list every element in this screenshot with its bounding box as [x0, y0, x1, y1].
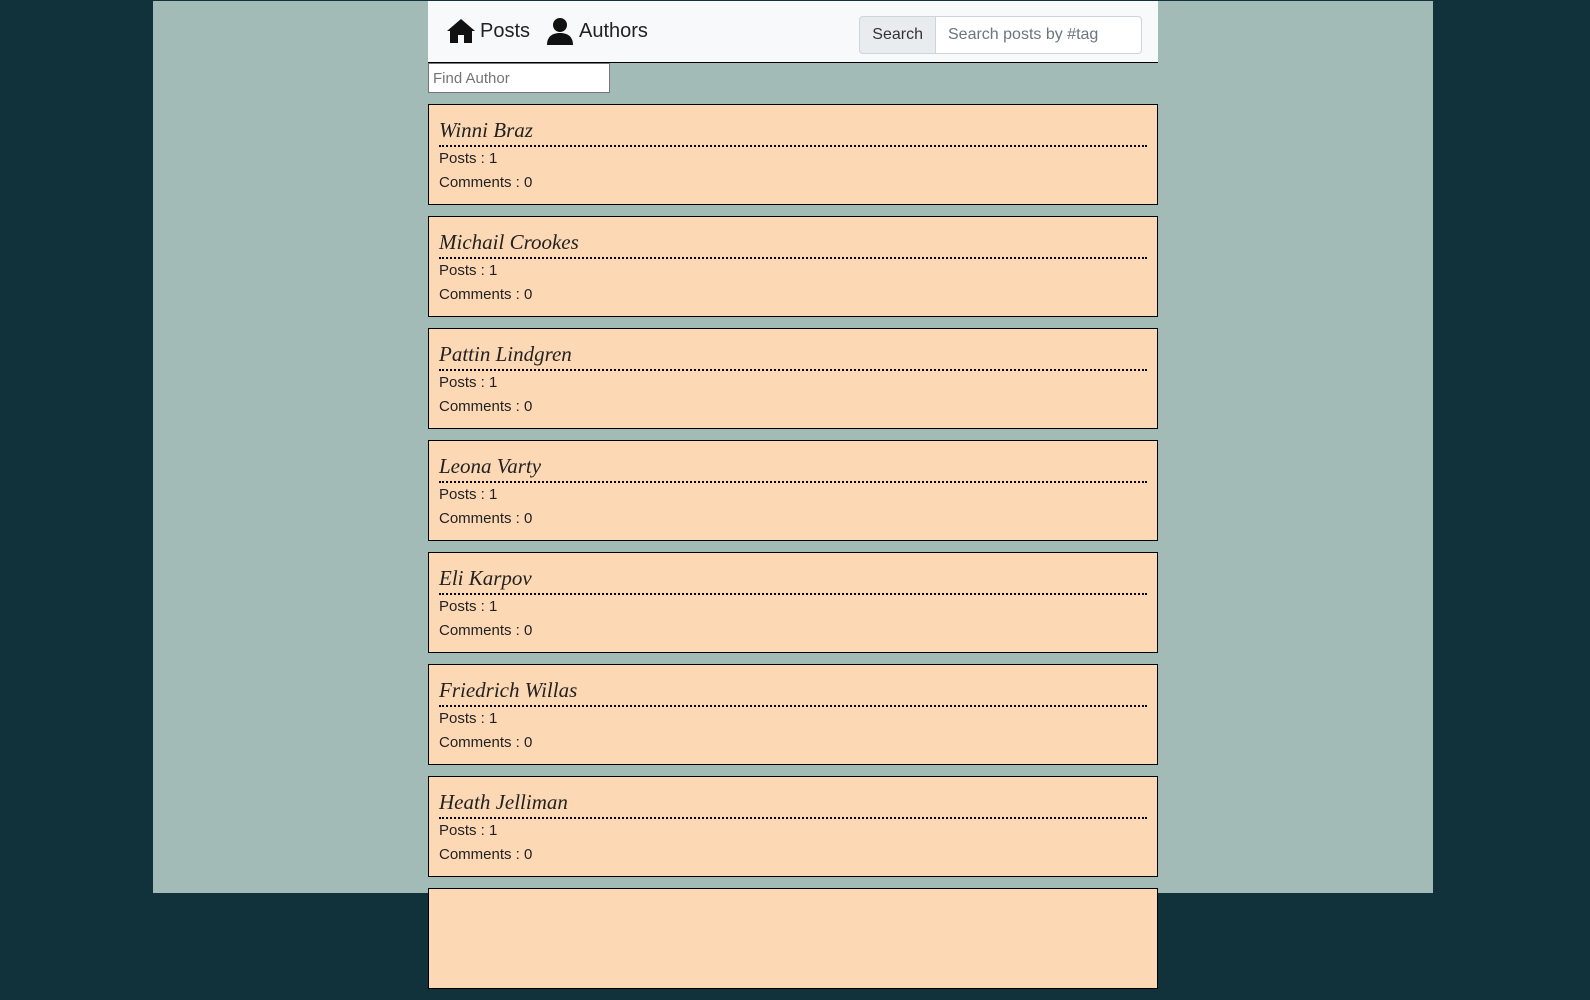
author-posts-count: Posts : 1	[439, 486, 498, 503]
author-card[interactable]: Heath Jelliman Posts : 1 Comments : 0	[428, 776, 1158, 877]
author-name[interactable]: Friedrich Willas	[439, 677, 1147, 707]
author-card-partial[interactable]	[428, 888, 1158, 989]
author-posts-count: Posts : 1	[439, 710, 498, 727]
nav-posts-link[interactable]: Posts	[446, 17, 530, 45]
author-posts-count: Posts : 1	[439, 374, 498, 391]
author-name[interactable]: Winni Braz	[439, 117, 1147, 147]
author-comments-count: Comments : 0	[439, 398, 533, 415]
author-comments-count: Comments : 0	[439, 510, 533, 527]
find-author-input[interactable]	[428, 63, 610, 93]
search-group: Search	[859, 16, 1142, 54]
user-icon	[545, 17, 575, 45]
author-card[interactable]: Michail Crookes Posts : 1 Comments : 0	[428, 216, 1158, 317]
author-name[interactable]: Michail Crookes	[439, 229, 1147, 259]
author-posts-count: Posts : 1	[439, 598, 498, 615]
author-name[interactable]: Eli Karpov	[439, 565, 1147, 595]
author-posts-count: Posts : 1	[439, 262, 498, 279]
search-button[interactable]: Search	[859, 16, 936, 54]
nav-posts-label: Posts	[480, 19, 531, 42]
navbar: Posts Authors Search	[428, 0, 1158, 63]
author-comments-count: Comments : 0	[439, 286, 533, 303]
author-name[interactable]: Heath Jelliman	[439, 789, 1147, 819]
author-comments-count: Comments : 0	[439, 622, 533, 639]
author-card[interactable]: Friedrich Willas Posts : 1 Comments : 0	[428, 664, 1158, 765]
author-list: Winni Braz Posts : 1 Comments : 0 Michai…	[428, 104, 1158, 1000]
author-name[interactable]: Leona Varty	[439, 453, 1147, 483]
home-icon	[446, 17, 476, 45]
author-card[interactable]: Winni Braz Posts : 1 Comments : 0	[428, 104, 1158, 205]
author-card[interactable]: Pattin Lindgren Posts : 1 Comments : 0	[428, 328, 1158, 429]
author-comments-count: Comments : 0	[439, 174, 533, 191]
main-container: Posts Authors Search Winni Braz Posts : …	[428, 0, 1158, 989]
author-comments-count: Comments : 0	[439, 734, 533, 751]
author-card[interactable]: Eli Karpov Posts : 1 Comments : 0	[428, 552, 1158, 653]
author-posts-count: Posts : 1	[439, 150, 498, 167]
nav-authors-label: Authors	[579, 19, 648, 42]
author-comments-count: Comments : 0	[439, 846, 533, 863]
author-card[interactable]: Leona Varty Posts : 1 Comments : 0	[428, 440, 1158, 541]
search-input[interactable]	[936, 16, 1142, 54]
author-posts-count: Posts : 1	[439, 822, 498, 839]
nav-authors-link[interactable]: Authors	[545, 17, 648, 45]
author-name[interactable]: Pattin Lindgren	[439, 341, 1147, 371]
